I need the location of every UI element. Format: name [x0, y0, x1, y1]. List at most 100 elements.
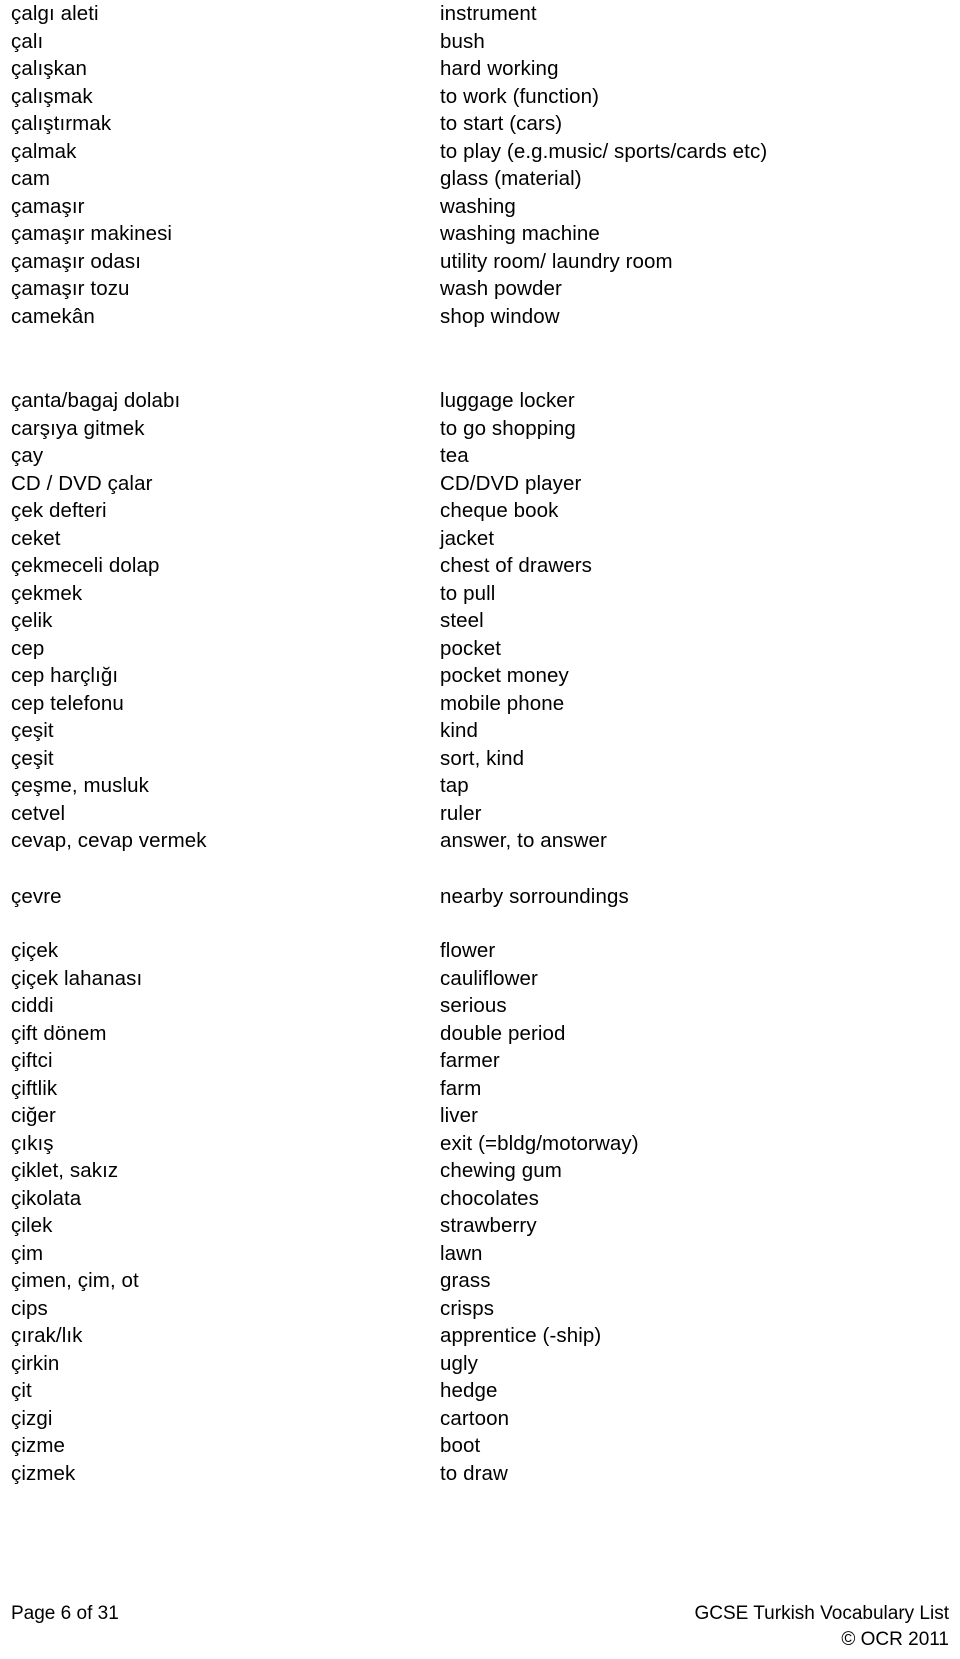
vocabulary-row: çiçek lahanası cauliflower: [0, 965, 960, 993]
vocabulary-row: çalışmak to work (function): [0, 83, 960, 111]
page-footer: Page 6 of 31 GCSE Turkish Vocabulary Lis…: [0, 1601, 960, 1653]
turkish-term: çit: [11, 1379, 32, 1402]
vocabulary-row: çift dönem double period: [0, 1020, 960, 1048]
turkish-term: çalışmak: [11, 84, 93, 108]
english-definition: bush: [440, 29, 485, 53]
english-definition: strawberry: [440, 1214, 537, 1237]
turkish-term: çizmek: [11, 1461, 76, 1485]
english-definition: pocket money: [440, 664, 569, 687]
english-definition: washing machine: [440, 222, 600, 245]
english-definition: tap: [440, 774, 469, 797]
vocabulary-row: çizgi cartoon: [0, 1405, 960, 1433]
english-definition: grass: [440, 1269, 491, 1292]
english-definition: apprentice (-ship): [440, 1324, 602, 1347]
vocabulary-row: cips crisps: [0, 1295, 960, 1323]
english-definition: CD/DVD player: [440, 471, 582, 495]
turkish-term: çiçek: [11, 939, 59, 962]
vocabulary-row: çamaşır makinesi washing machine: [0, 220, 960, 248]
vocabulary-row: çamaşır tozu wash powder: [0, 275, 960, 303]
english-definition: jacket: [440, 526, 495, 550]
document-page: çalgı aleti instrument çalı bush çalışkan har…: [0, 0, 960, 1659]
turkish-term: çek defteri: [11, 499, 107, 522]
english-definition: farmer: [440, 1049, 500, 1072]
turkish-term: carşıya gitmek: [11, 416, 145, 440]
english-definition: wash powder: [440, 277, 562, 300]
english-definition: kind: [440, 719, 479, 742]
english-definition: utility room/ laundry room: [440, 249, 673, 273]
vocabulary-row: çanta/bagaj dolabı luggage locker: [0, 387, 960, 415]
english-definition: cartoon: [440, 1406, 510, 1430]
vocabulary-row: çit hedge: [0, 1377, 960, 1405]
vocabulary-row: çeşit sort, kind: [0, 745, 960, 773]
turkish-term: çikolata: [11, 1186, 82, 1210]
turkish-term: çekmeceli dolap: [11, 554, 160, 577]
vocabulary-row: çevre nearby sorroundings: [0, 883, 960, 911]
english-definition: steel: [440, 609, 484, 632]
english-definition: hedge: [440, 1379, 498, 1402]
copyright-notice: © OCR 2011: [841, 1629, 949, 1650]
english-definition: hard working: [440, 57, 559, 80]
turkish-term: çalı: [11, 29, 44, 53]
turkish-term: cam: [11, 167, 51, 190]
turkish-term: çamaşır makinesi: [11, 222, 173, 245]
vocabulary-row: çiftci farmer: [0, 1047, 960, 1075]
english-definition: chocolates: [440, 1186, 540, 1210]
turkish-term: çalgı aleti: [11, 2, 99, 25]
english-definition: crisps: [440, 1296, 495, 1320]
english-definition: nearby sorroundings: [440, 884, 629, 908]
english-definition: cauliflower: [440, 966, 538, 990]
vocabulary-row: çirkin ugly: [0, 1350, 960, 1378]
turkish-term: çalışkan: [11, 57, 88, 80]
turkish-term: cevap, cevap vermek: [11, 829, 207, 852]
turkish-term: cep: [11, 636, 45, 660]
turkish-term: çıkış: [11, 1131, 54, 1155]
turkish-term: cips: [11, 1296, 48, 1320]
english-definition: exit (=bldg/motorway): [440, 1131, 639, 1155]
turkish-term: çanta/bagaj dolabı: [11, 389, 181, 412]
vocabulary-block-4: çiçek flower çiçek lahanası cauliflower cidd…: [0, 937, 960, 1487]
vocabulary-row: çimen, çim, ot grass: [0, 1267, 960, 1295]
vocabulary-row: cam glass (material): [0, 165, 960, 193]
english-definition: tea: [440, 444, 469, 467]
vocabulary-row: çıkış exit (=bldg/motorway): [0, 1130, 960, 1158]
turkish-term: ciğer: [11, 1104, 56, 1127]
vocabulary-block-1: çalgı aleti instrument çalı bush çalışkan har…: [0, 0, 960, 330]
vocabulary-row: cevap, cevap vermek answer, to answer: [0, 827, 960, 855]
vocabulary-content: çalgı aleti instrument çalı bush çalışkan har…: [0, 0, 960, 1487]
turkish-term: çamaşır odası: [11, 249, 142, 273]
vocabulary-row: çiftlik farm: [0, 1075, 960, 1103]
vocabulary-block-3: çevre nearby sorroundings: [0, 883, 960, 911]
turkish-term: çalmak: [11, 139, 77, 163]
vocabulary-row: çilek strawberry: [0, 1212, 960, 1240]
vocabulary-row: CD / DVD çalar CD/DVD player: [0, 470, 960, 498]
vocabulary-row: camekân shop window: [0, 303, 960, 331]
english-definition: serious: [440, 994, 507, 1017]
vocabulary-row: çizmek to draw: [0, 1460, 960, 1488]
turkish-term: ciddi: [11, 994, 54, 1017]
turkish-term: çirkin: [11, 1351, 60, 1375]
english-definition: double period: [440, 1021, 566, 1045]
english-definition: cheque book: [440, 499, 559, 522]
turkish-term: çim: [11, 1241, 44, 1265]
english-definition: liver: [440, 1104, 479, 1127]
english-definition: chewing gum: [440, 1159, 562, 1182]
english-definition: to work (function): [440, 84, 600, 108]
vocabulary-row: çalmak to play (e.g.music/ sports/cards e…: [0, 138, 960, 166]
vocabulary-row: çalgı aleti instrument: [0, 0, 960, 28]
english-definition: to pull: [440, 581, 496, 605]
vocabulary-row: ceket jacket: [0, 525, 960, 553]
english-definition: shop window: [440, 304, 560, 328]
english-definition: luggage locker: [440, 389, 575, 412]
turkish-term: çevre: [11, 884, 62, 908]
vocabulary-row: çamaşır odası utility room/ laundry room: [0, 248, 960, 276]
english-definition: to start (cars): [440, 112, 563, 135]
english-definition: flower: [440, 939, 496, 962]
turkish-term: çift dönem: [11, 1021, 107, 1045]
turkish-term: cep harçlığı: [11, 664, 119, 687]
vocabulary-block-2: çanta/bagaj dolabı luggage locker carşıya …: [0, 387, 960, 855]
turkish-term: çiftci: [11, 1049, 53, 1072]
turkish-term: çilek: [11, 1214, 53, 1237]
turkish-term: çeşit: [11, 719, 54, 742]
